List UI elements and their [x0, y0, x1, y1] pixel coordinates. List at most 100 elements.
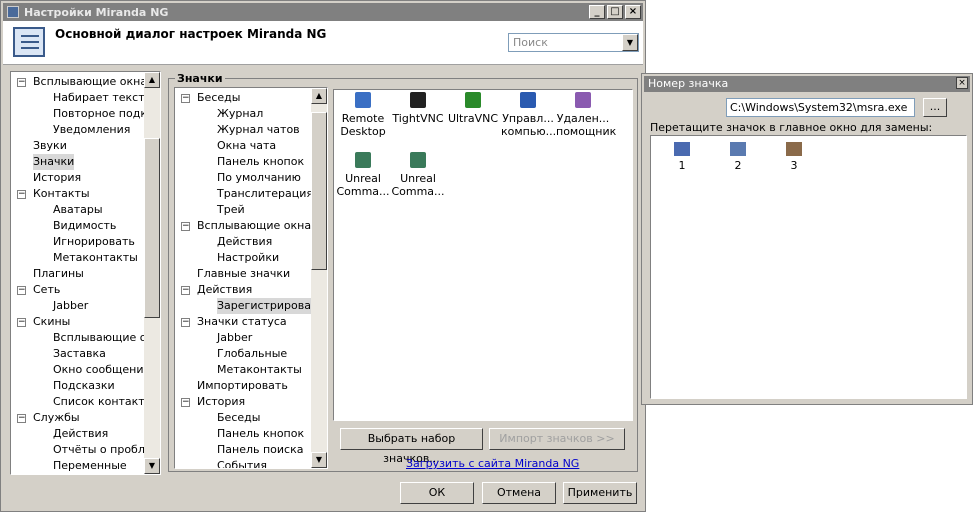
icon-tree-item[interactable]: − Всплывающие окна [177, 218, 311, 234]
nav-tree-item[interactable]: Видимость [13, 218, 144, 234]
close-button[interactable]: × [625, 5, 641, 19]
nav-tree-item[interactable]: Всплывающие окн [13, 330, 160, 346]
icon-index-item[interactable]: 2 [723, 142, 753, 172]
icon-list[interactable]: Remote Desktop TightVNC UltraVNC Управл... ко… [333, 89, 633, 421]
cancel-button[interactable]: Отмена [482, 482, 556, 504]
collapse-icon[interactable]: − [17, 286, 26, 295]
icon-tree-item[interactable]: Метаконтакты [177, 362, 311, 378]
icon-tree-item[interactable]: Зарегистрирован [177, 298, 319, 314]
nav-tree-item[interactable]: Действия [13, 426, 144, 442]
collapse-icon[interactable]: − [181, 94, 190, 103]
nav-tree-item[interactable]: Заставка [13, 346, 144, 362]
icon-tree-item[interactable]: События [177, 458, 311, 468]
icon-entry[interactable]: Удален... помощник [556, 92, 616, 138]
nav-tree-item[interactable]: Значки [13, 154, 144, 170]
nav-tree-item[interactable]: − Скины [13, 314, 144, 330]
icon-tree-item[interactable]: По умолчанию [177, 170, 311, 186]
icon-tree-item[interactable]: Панель кнопок [177, 154, 311, 170]
icon-entry[interactable]: Unreal Comma... [391, 152, 445, 198]
scroll-down-icon[interactable]: ▼ [311, 452, 327, 468]
icon-tree-item[interactable]: − История [177, 394, 311, 410]
nav-tree-item[interactable]: − Сеть [13, 282, 144, 298]
collapse-icon[interactable]: − [181, 286, 190, 295]
nav-tree-item[interactable]: Отчёты о пробле [13, 442, 152, 458]
scroll-up-icon[interactable]: ▲ [311, 88, 327, 104]
choose-icon-set-button[interactable]: Выбрать набор значков... [340, 428, 483, 465]
icon-tree-scrollbar[interactable]: ▲ ▼ [311, 88, 327, 468]
icon-tree-item[interactable]: Jabber [177, 330, 311, 346]
icon-tree-item[interactable]: Транслитерация и [177, 186, 324, 202]
icon-tree-item[interactable]: − Беседы [177, 90, 311, 106]
nav-tree[interactable]: − Всплывающие окна Набирает текст Повторное… [10, 71, 161, 475]
nav-tree-item[interactable]: Звуки [13, 138, 144, 154]
remote-desktop-icon [355, 92, 371, 108]
icon-index-list[interactable]: 1 2 3 [650, 135, 967, 399]
icon-tree-item[interactable]: Глобальные [177, 346, 311, 362]
search-combobox[interactable]: Поиск ▼ [508, 33, 639, 52]
nav-tree-item[interactable]: − Контакты [13, 186, 144, 202]
nav-tree-label: Переменные [53, 459, 127, 472]
icon-tree-item[interactable]: − Действия [177, 282, 311, 298]
nav-tree-item[interactable]: Плагины [13, 266, 144, 282]
icon-entry[interactable]: Управл... компью... [501, 92, 556, 138]
icon-index-item[interactable]: 3 [779, 142, 809, 172]
icon-tree-item[interactable]: Настройки [177, 250, 311, 266]
nav-tree-item[interactable]: Уведомления [13, 122, 144, 138]
collapse-icon[interactable]: − [181, 222, 190, 231]
apply-button[interactable]: Применить [563, 482, 637, 504]
chevron-down-icon[interactable]: ▼ [622, 34, 638, 51]
nav-tree-scrollbar[interactable]: ▲ ▼ [144, 72, 160, 474]
scroll-up-icon[interactable]: ▲ [144, 72, 160, 88]
close-icon[interactable]: × [956, 77, 968, 89]
file-path-input[interactable]: C:\Windows\System32\msra.exe [726, 98, 915, 117]
nav-tree-item[interactable]: Переменные [13, 458, 144, 474]
collapse-icon[interactable]: − [181, 398, 190, 407]
icon-tree-label: Значки статуса [197, 315, 287, 328]
icon-number-dialog: Номер значка × C:\Windows\System32\msra.… [641, 73, 973, 405]
icon-tree-item[interactable]: Беседы [177, 410, 311, 426]
icon-tree-item[interactable]: − Значки статуса [177, 314, 311, 330]
icon-tree-item[interactable]: Панель поиска [177, 442, 311, 458]
nav-tree-item[interactable]: Набирает текст [13, 90, 145, 106]
icon-tree-item[interactable]: Панель кнопок [177, 426, 311, 442]
icon-entry[interactable]: TightVNC [391, 92, 445, 125]
collapse-icon[interactable]: − [17, 414, 26, 423]
icon-tree-item[interactable]: Действия [177, 234, 311, 250]
collapse-icon[interactable]: − [181, 318, 190, 327]
icon-entry[interactable]: UltraVNC [446, 92, 500, 125]
scroll-down-icon[interactable]: ▼ [144, 458, 160, 474]
icon-entry[interactable]: Remote Desktop [336, 92, 390, 138]
browse-button[interactable]: ... [923, 98, 947, 117]
nav-tree-item[interactable]: − Всплывающие окна [13, 74, 147, 90]
page-title: Основной диалог настроек Miranda NG [55, 27, 327, 41]
nav-tree-item[interactable]: Игнорировать [13, 234, 144, 250]
download-link[interactable]: Загрузить с сайта Miranda NG [406, 457, 579, 470]
icon-tree-item[interactable]: Главные значки [177, 266, 311, 282]
nav-tree-item[interactable]: Повторное подкл [13, 106, 154, 122]
icon-tree-item[interactable]: Трей [177, 202, 311, 218]
nav-tree-item[interactable]: Подсказки [13, 378, 144, 394]
nav-tree-item[interactable]: Метаконтакты [13, 250, 144, 266]
import-icons-button[interactable]: Импорт значков >> [489, 428, 625, 450]
icon-tree-item[interactable]: Импортировать [177, 378, 311, 394]
nav-tree-item[interactable]: Список контактов [13, 394, 158, 410]
icon-entry[interactable]: Unreal Comma... [336, 152, 390, 198]
icon-tree-item[interactable]: Окна чата [177, 138, 311, 154]
scroll-thumb[interactable] [144, 138, 160, 318]
icon-index-item[interactable]: 1 [667, 142, 697, 172]
nav-tree-item[interactable]: Аватары [13, 202, 144, 218]
scroll-thumb[interactable] [311, 112, 327, 270]
nav-tree-item[interactable]: Jabber [13, 298, 144, 314]
maximize-button[interactable]: □ [607, 5, 623, 19]
icon-tree-item[interactable]: Журнал чатов [177, 122, 311, 138]
minimize-button[interactable]: _ [589, 5, 605, 19]
ok-button[interactable]: ОК [400, 482, 474, 504]
collapse-icon[interactable]: − [17, 318, 26, 327]
nav-tree-item[interactable]: Окно сообщений [13, 362, 151, 378]
nav-tree-item[interactable]: − Службы [13, 410, 144, 426]
nav-tree-item[interactable]: История [13, 170, 144, 186]
collapse-icon[interactable]: − [17, 78, 26, 87]
icon-section-tree[interactable]: − Беседы Журнал Журнал чатов Окна чата Панель… [174, 87, 328, 469]
icon-tree-item[interactable]: Журнал [177, 106, 311, 122]
collapse-icon[interactable]: − [17, 190, 26, 199]
